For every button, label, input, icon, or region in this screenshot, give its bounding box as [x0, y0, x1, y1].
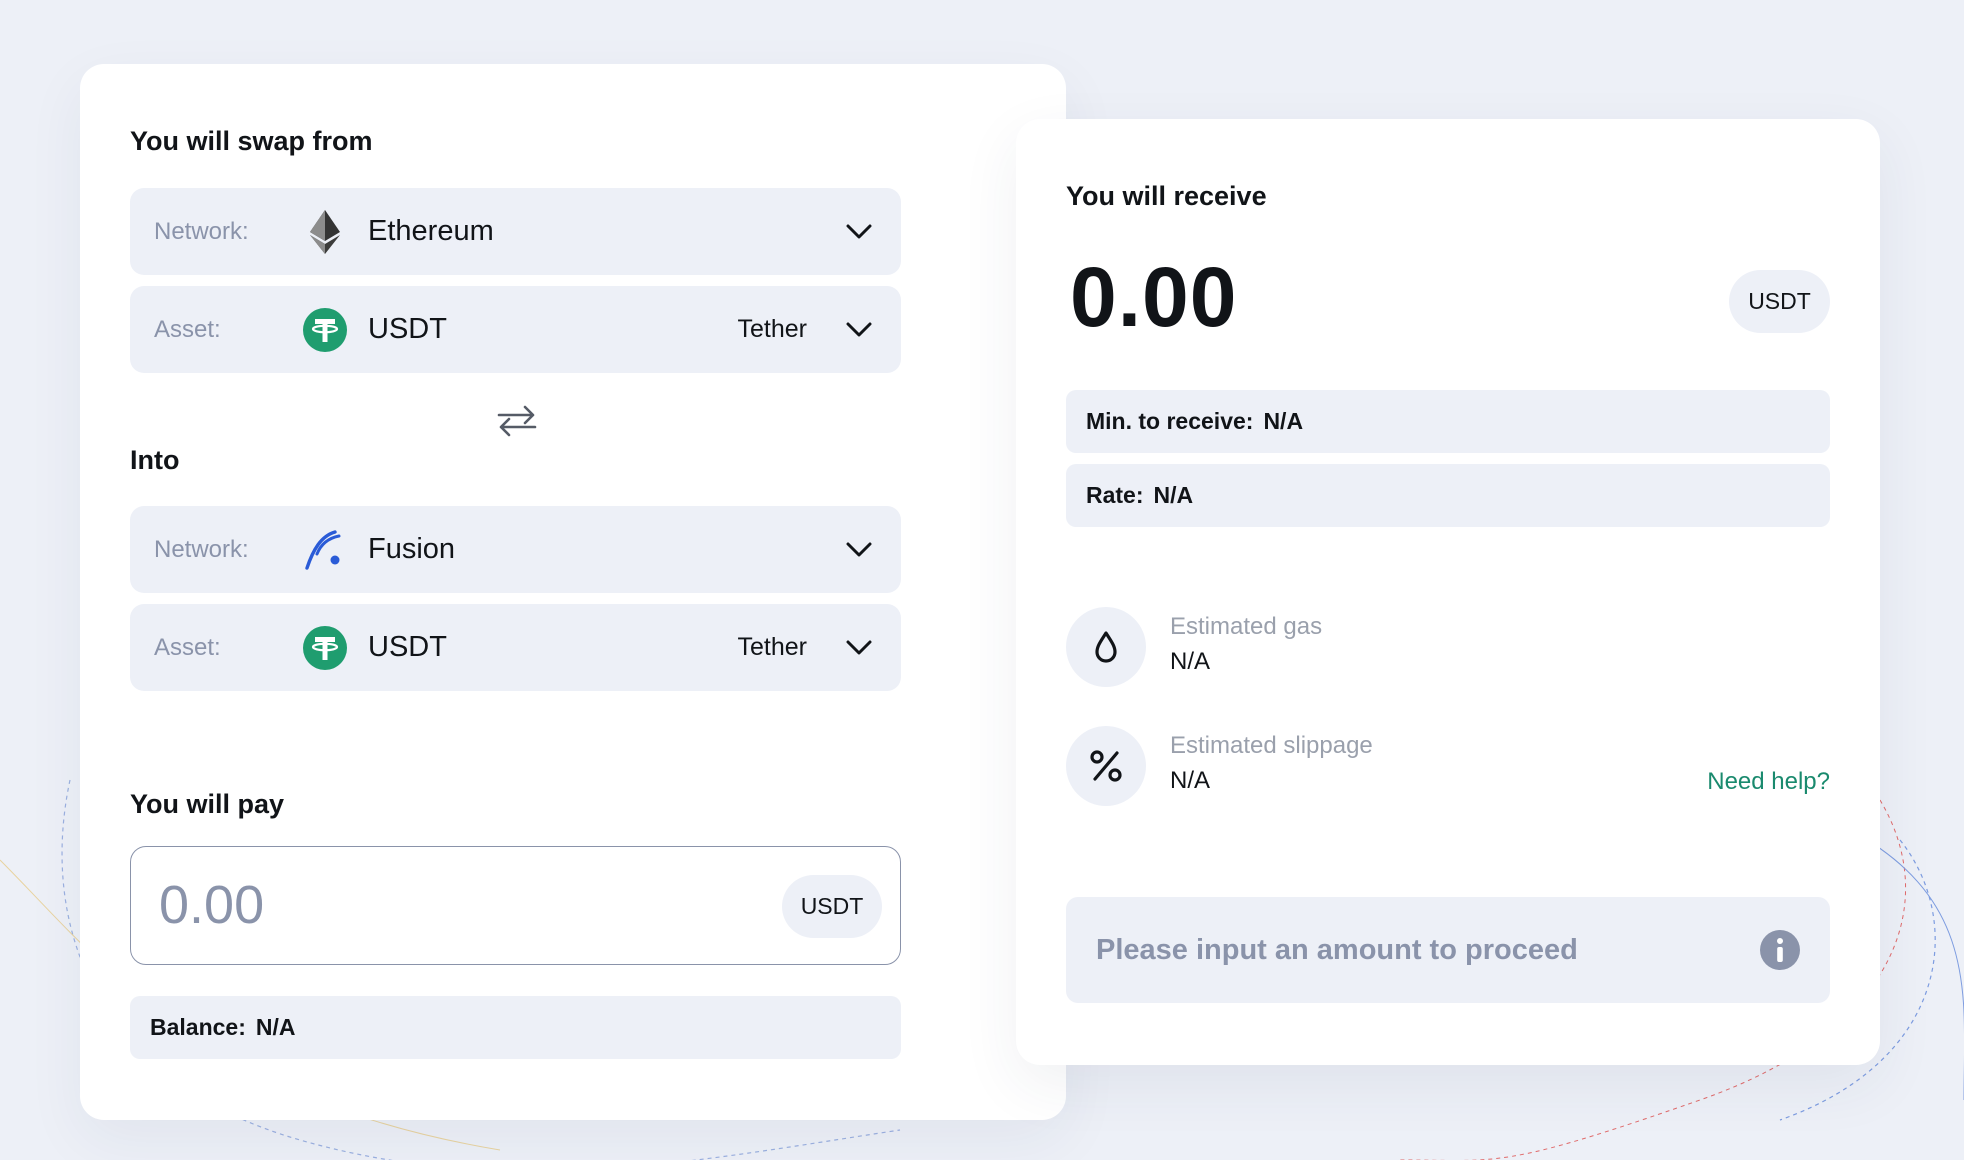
gas-label: Estimated gas — [1170, 613, 1323, 640]
into-title: Into — [130, 445, 180, 475]
pay-amount-field[interactable]: USDT — [130, 846, 901, 965]
pay-amount-input[interactable] — [159, 869, 719, 941]
into-asset-value: USDT — [368, 631, 447, 663]
into-network-select[interactable]: Network: Fusion — [130, 506, 901, 593]
slippage-value: N/A — [1170, 767, 1211, 794]
min-receive-label: Min. to receive: — [1086, 408, 1254, 434]
rate-row: Rate: N/A — [1066, 464, 1830, 527]
chevron-down-icon — [845, 316, 873, 344]
receive-token-badge: USDT — [1729, 270, 1830, 333]
slippage-percent-icon — [1066, 726, 1146, 806]
into-network-value: Fusion — [368, 533, 456, 565]
from-asset-value: USDT — [368, 313, 447, 345]
balance-label: Balance: — [150, 1014, 246, 1040]
proceed-button[interactable]: Please input an amount to proceed — [1066, 897, 1830, 1003]
into-network-label: Network: — [154, 535, 249, 563]
from-network-select[interactable]: Network: Ethereum — [130, 188, 901, 275]
from-network-value: Ethereum — [368, 215, 494, 247]
into-asset-name: Tether — [737, 633, 807, 661]
chevron-down-icon — [845, 634, 873, 662]
receive-amount: 0.00 — [1070, 250, 1238, 344]
receive-title: You will receive — [1066, 181, 1267, 211]
into-asset-select[interactable]: Asset: USDT Tether — [130, 604, 901, 691]
receive-card: You will receive 0.00 USDT Min. to recei… — [1016, 119, 1880, 1065]
swap-from-title: You will swap from — [130, 126, 373, 156]
from-asset-select[interactable]: Asset: USDT Tether — [130, 286, 901, 373]
pay-title: You will pay — [130, 789, 285, 819]
chevron-down-icon — [845, 536, 873, 564]
gas-drop-icon — [1066, 607, 1146, 687]
slippage-label: Estimated slippage — [1170, 732, 1373, 759]
rate-value: N/A — [1153, 482, 1194, 508]
gas-value: N/A — [1170, 648, 1211, 675]
rate-label: Rate: — [1086, 482, 1144, 508]
tether-icon — [303, 625, 347, 670]
need-help-link[interactable]: Need help? — [1707, 768, 1830, 796]
min-receive-value: N/A — [1263, 408, 1304, 434]
from-asset-name: Tether — [737, 315, 807, 343]
tether-icon — [303, 307, 347, 352]
chevron-down-icon — [845, 218, 873, 246]
min-receive-row: Min. to receive: N/A — [1066, 390, 1830, 453]
fusion-icon — [303, 528, 347, 572]
balance-row: Balance: N/A — [130, 996, 901, 1059]
balance-value: N/A — [255, 1014, 296, 1040]
proceed-button-label: Please input an amount to proceed — [1096, 933, 1578, 966]
from-network-label: Network: — [154, 217, 249, 245]
pay-token-badge: USDT — [782, 875, 882, 938]
swap-direction-icon[interactable] — [492, 396, 542, 446]
into-asset-label: Asset: — [154, 633, 221, 661]
info-icon — [1760, 930, 1800, 970]
swap-from-card: You will swap from Network: Ethereum Ass… — [80, 64, 1066, 1120]
from-asset-label: Asset: — [154, 315, 221, 343]
ethereum-icon — [303, 209, 347, 254]
